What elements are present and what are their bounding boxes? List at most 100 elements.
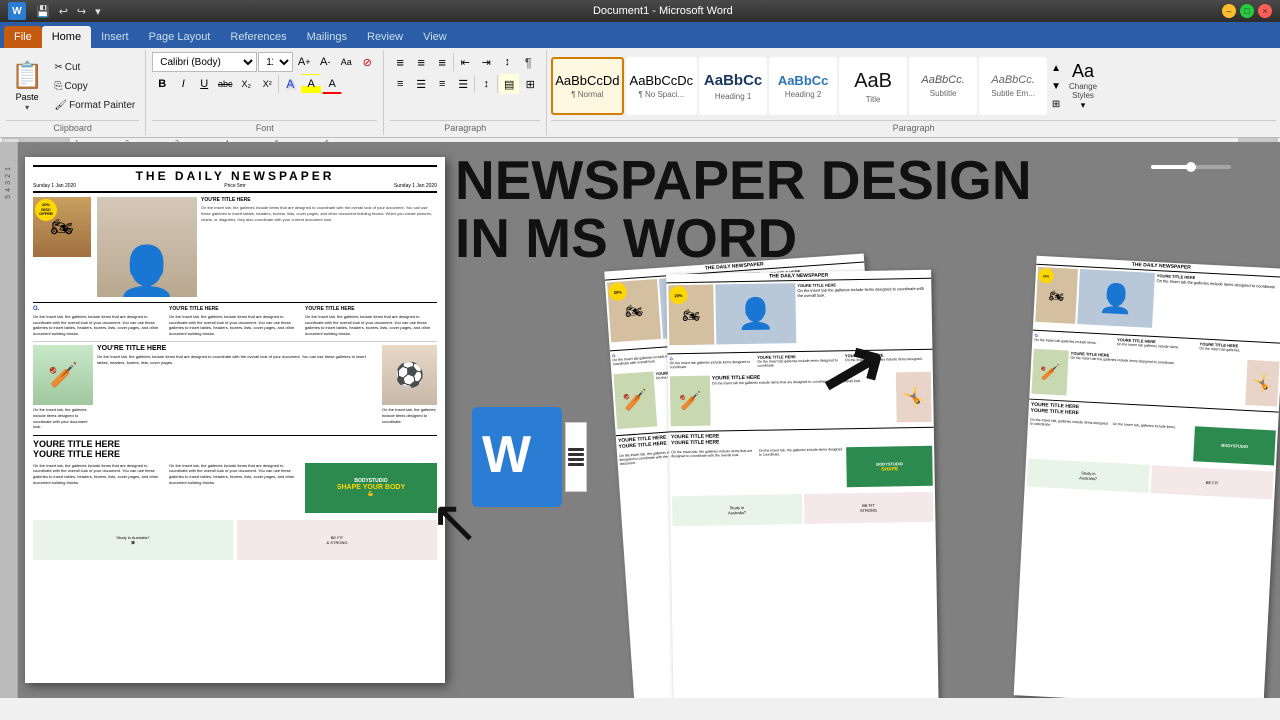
zoom-thumb[interactable] [1186, 162, 1196, 172]
tab-file[interactable]: File [4, 26, 42, 48]
customize-quick-btn[interactable]: ▾ [92, 4, 104, 19]
mini-mid-st-content: BODYSTUDIO SHAPE [876, 461, 903, 472]
save-quick-btn[interactable]: 💾 [33, 4, 53, 19]
tab-review[interactable]: Review [357, 26, 413, 48]
align-left-button[interactable]: ≡ [390, 74, 410, 94]
quick-access-bar: W 💾 ↩ ↪ ▾ [8, 2, 104, 20]
italic-button[interactable]: I [173, 74, 193, 94]
newspaper-right-text: YOU'RE TITLE HERE On the Insert tab, the… [201, 197, 437, 297]
format-painter-button[interactable]: 🖌 Format Painter [50, 96, 139, 114]
change-styles-label: ChangeStyles [1069, 82, 1097, 100]
mini-mid-imgL: 20% 🏍 [668, 285, 714, 346]
font-grow-button[interactable]: A+ [294, 52, 314, 72]
bottom-col3: BODYSTUDIO SHAPE YOUR BODY 💪 [305, 463, 437, 516]
styles-scroll-down[interactable]: ▼ [1051, 81, 1061, 92]
borders-button[interactable]: ⊞ [520, 74, 540, 94]
col1-body: On the Insert tab, the galleries include… [33, 314, 165, 336]
mini-mid-c1: O. On the Insert tab galleries include i… [670, 355, 756, 369]
newspaper-3col: O. On the Insert tab, the galleries incl… [33, 302, 437, 336]
font-shrink-button[interactable]: A- [315, 52, 335, 72]
discount-badge: 20%DISCOFFER [35, 199, 57, 221]
mini-paper-front: THE DAILY NEWSPAPER 20% 🏍 👤 YOURE TITLE … [1014, 256, 1280, 698]
mini-aus-text: Study inAustralia? [728, 505, 746, 515]
show-marks-button[interactable]: ¶ [518, 52, 538, 72]
tab-home[interactable]: Home [42, 26, 91, 48]
undo-quick-btn[interactable]: ↩ [56, 4, 71, 19]
word-document-page[interactable]: THE DAILY NEWSPAPER Sunday 1 Jan 2020 Pr… [25, 157, 445, 683]
mini-frt-text: YOURE TITLE HERE On the Insert tab the g… [1154, 273, 1280, 341]
style-title[interactable]: AaB Title [839, 57, 907, 115]
numbering-button[interactable]: ≡ [411, 52, 431, 72]
big-headline-overlay: NEWSPAPER DESIGN IN MS WORD [455, 152, 1032, 268]
sort-button[interactable]: ↕ [497, 52, 517, 72]
paste-button[interactable]: 📋 Paste ▾ [6, 57, 48, 115]
decrease-indent-button[interactable]: ⇤ [455, 52, 475, 72]
shading-button[interactable]: ▤ [499, 74, 519, 94]
font-row2: B I U abc X₂ X² A A A [152, 74, 342, 94]
change-case-button[interactable]: Aa [336, 52, 356, 72]
tab-page-layout[interactable]: Page Layout [139, 26, 221, 48]
justify-button[interactable]: ☰ [453, 74, 473, 94]
style-subtle-em[interactable]: AaBbCc. Subtle Em... [979, 57, 1047, 115]
newspaper-date2: Sunday 1 Jan 2020 [394, 183, 437, 189]
superscript-button[interactable]: X² [257, 74, 277, 94]
underline-button[interactable]: U [194, 74, 214, 94]
style-h1-preview: AaBbCc [704, 72, 762, 90]
clear-format-button[interactable]: ⊘ [357, 52, 377, 72]
mini-frt-st: YOURE TITLE HERE On the Insert tab the g… [1068, 351, 1245, 405]
font-size-selector[interactable]: 11 [258, 52, 293, 72]
style-normal[interactable]: AaBbCcDd ¶ Normal [551, 57, 623, 115]
highlight-button[interactable]: A [301, 74, 321, 94]
redo-quick-btn[interactable]: ↪ [74, 4, 89, 19]
subscript-button[interactable]: X₂ [236, 74, 256, 94]
font-family-selector[interactable]: Calibri (Body) [152, 52, 257, 72]
style-heading1[interactable]: AaBbCc Heading 1 [699, 57, 767, 115]
style-no-spacing[interactable]: AaBbCcDc ¶ No Spaci... [626, 57, 698, 115]
cricket-text: On the Insert tab, the galleries include… [33, 407, 93, 429]
para-row2: ≡ ☰ ≡ ☰ ↕ ▤ ⊞ [390, 74, 540, 94]
mini-frt-b1: On the Insert tab, galleries include ite… [1028, 418, 1110, 457]
maximize-btn[interactable]: □ [1240, 4, 1254, 18]
tab-mailings[interactable]: Mailings [297, 26, 357, 48]
mini-mid-p2-icon: 🤸 [902, 386, 925, 407]
style-subtitle[interactable]: AaBbCc. Subtitle [909, 57, 977, 115]
mini-mid-body: On the insert tab the galleries include … [797, 286, 929, 298]
change-styles-button[interactable]: Aa ChangeStyles ▾ [1065, 57, 1101, 115]
motorcycle-image: 20%DISCOFFER 🏍 [33, 197, 91, 257]
mini-disc-img: 20% 🏍 [607, 279, 661, 342]
minimize-btn[interactable]: – [1222, 4, 1236, 18]
align-center-button[interactable]: ☰ [411, 74, 431, 94]
window-title: Document1 - Microsoft Word [104, 5, 1222, 17]
svg-text:W: W [482, 426, 532, 484]
tab-insert[interactable]: Insert [91, 26, 139, 48]
paragraph-label: Paragraph [390, 120, 540, 133]
align-right-button[interactable]: ≡ [432, 74, 452, 94]
strikethrough-button[interactable]: abc [215, 74, 235, 94]
tab-view[interactable]: View [413, 26, 457, 48]
font-color-button[interactable]: A [322, 74, 342, 94]
style-subtle-em-preview: AaBbCc. [991, 74, 1034, 87]
bold-button[interactable]: B [152, 74, 172, 94]
style-normal-preview: AaBbCcDd [555, 73, 619, 89]
styles-expand[interactable]: ⊞ [1052, 99, 1060, 110]
bullets-button[interactable]: ≡ [390, 52, 410, 72]
styles-scroll-up[interactable]: ▲ [1051, 63, 1061, 74]
clipboard-group-content: 📋 Paste ▾ ✂ Cut ⎘ Copy 🖌 Format Painter [6, 52, 139, 120]
text-effects-button[interactable]: A [280, 74, 300, 94]
doc-line1 [568, 448, 584, 451]
font-sep1 [278, 75, 279, 93]
line-spacing-button[interactable]: ↕ [476, 74, 496, 94]
style-subtitle-preview: AaBbCc. [921, 74, 964, 87]
multilevel-button[interactable]: ≡ [432, 52, 452, 72]
mini-frt-cricketer: 🏏 [1031, 349, 1068, 396]
copy-button[interactable]: ⎘ Copy [50, 77, 139, 95]
close-btn[interactable]: × [1258, 4, 1272, 18]
scissors-icon: ✂ [54, 62, 62, 73]
zoom-slider[interactable] [1151, 165, 1231, 169]
increase-indent-button[interactable]: ⇥ [476, 52, 496, 72]
newspaper-title: THE DAILY NEWSPAPER [33, 169, 437, 183]
mini-frt-bs: BODYSTUDIO [1221, 443, 1248, 449]
style-heading2[interactable]: AaBbCc Heading 2 [769, 57, 837, 115]
cut-button[interactable]: ✂ Cut [50, 58, 139, 76]
tab-references[interactable]: References [220, 26, 296, 48]
